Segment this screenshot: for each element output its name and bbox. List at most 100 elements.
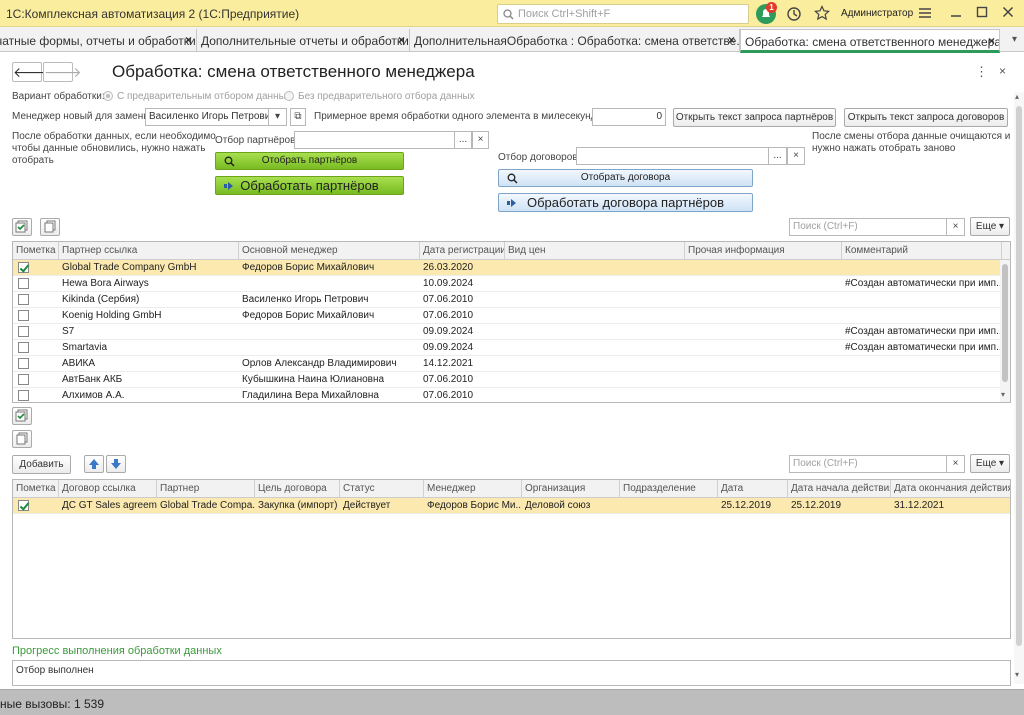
process-partners-button[interactable]: Обработать партнёров [215, 176, 404, 195]
table-row[interactable]: Koenig Holding GmbH Федоров Борис Михайло… [13, 308, 1010, 324]
contract-filter-clear-button[interactable]: × [787, 147, 805, 165]
open-partners-query-button[interactable]: Открыть текст запроса партнёров [673, 108, 836, 127]
move-up-button[interactable] [84, 455, 104, 473]
contracts-search-clear-button[interactable]: × [947, 455, 965, 473]
tabs-dropdown-icon[interactable]: ▾ [1012, 34, 1017, 45]
partners-scrollbar[interactable]: ▾ [1000, 260, 1010, 402]
scroll-down-icon[interactable]: ▾ [1015, 670, 1019, 679]
maximize-icon[interactable] [976, 6, 988, 21]
select-contracts-button[interactable]: Отобрать договора [498, 169, 753, 187]
more-label: Еще [975, 458, 997, 469]
row-checkbox[interactable] [18, 278, 29, 289]
close-tab-icon[interactable]: × [185, 33, 192, 47]
close-form-icon[interactable]: × [999, 64, 1006, 78]
row-checkbox[interactable] [18, 500, 29, 511]
uncheck-all-button[interactable] [40, 218, 60, 236]
time-field[interactable]: 0 [592, 108, 666, 126]
col-comment[interactable]: Комментарий [842, 242, 1002, 260]
contracts-more-button[interactable]: Еще ▾ [970, 454, 1010, 473]
col-contract[interactable]: Договор ссылка [59, 480, 157, 498]
col-end-date[interactable]: Дата окончания действия [891, 480, 1010, 498]
current-user[interactable]: Администратор [841, 8, 913, 19]
tab-manager-change[interactable]: Обработка: смена ответственного менеджер… [740, 29, 1000, 53]
process-contracts-button[interactable]: Обработать договора партнёров [498, 193, 753, 212]
partner-filter-field[interactable] [294, 131, 455, 149]
check-all-button[interactable] [12, 218, 32, 236]
global-search-input[interactable]: Поиск Ctrl+Shift+F [497, 4, 749, 24]
row-checkbox[interactable] [18, 358, 29, 369]
contract-filter-select-button[interactable]: ... [769, 147, 787, 165]
table-row[interactable]: Алхимов А.А. Гладилина Вера Михайловна 07.… [13, 388, 1010, 402]
table-row[interactable]: Smartavia 09.09.2024 #Создан автоматически… [13, 340, 1010, 356]
forward-button[interactable]: 🡒 [43, 62, 82, 82]
row-checkbox[interactable] [18, 294, 29, 305]
col-status[interactable]: Статус [340, 480, 424, 498]
col-dept[interactable]: Подразделение [620, 480, 718, 498]
col-mark[interactable]: Пометка [13, 242, 59, 260]
table-row[interactable]: Hewa Bora Airways 10.09.2024 #Создан автом… [13, 276, 1010, 292]
manager-dropdown-button[interactable]: ▾ [269, 108, 287, 126]
col-price-type[interactable]: Вид цен [505, 242, 685, 260]
partners-more-button[interactable]: Еще ▾ [970, 217, 1010, 236]
table-row[interactable]: Global Trade Company GmbH Федоров Борис М… [13, 260, 1010, 276]
scroll-up-icon[interactable]: ▴ [1015, 92, 1019, 101]
col-org[interactable]: Организация [522, 480, 620, 498]
contract-filter-field[interactable] [576, 147, 769, 165]
partner-filter-select-button[interactable]: ... [455, 131, 472, 149]
contracts-check-all-button[interactable] [12, 407, 32, 425]
form-scrollbar[interactable]: ▴ ▾ [1014, 92, 1024, 684]
move-down-button[interactable] [106, 455, 126, 473]
col-partner[interactable]: Партнер [157, 480, 255, 498]
col-reg-date[interactable]: Дата регистрации [420, 242, 505, 260]
select-partners-button[interactable]: Отобрать партнёров [215, 152, 404, 170]
manager-open-icon[interactable]: ⧉ [290, 108, 306, 126]
partners-search-input[interactable]: Поиск (Ctrl+F) [789, 218, 947, 236]
contracts-uncheck-all-button[interactable] [12, 430, 32, 448]
form-scrollbar-thumb[interactable] [1016, 106, 1022, 646]
partners-search-clear-button[interactable]: × [947, 218, 965, 236]
row-checkbox[interactable] [18, 374, 29, 385]
col-manager[interactable]: Основной менеджер [239, 242, 420, 260]
scroll-down-icon[interactable]: ▾ [1001, 390, 1005, 399]
variant-radio-with-filter[interactable] [103, 91, 113, 101]
manager-field[interactable]: Василенко Игорь Петрович [145, 108, 269, 126]
tab-additional-reports[interactable]: Дополнительные отчеты и обработки × [197, 29, 410, 52]
history-icon[interactable] [786, 6, 802, 25]
favorites-star-icon[interactable] [814, 5, 830, 24]
col-manager[interactable]: Менеджер [424, 480, 522, 498]
minimize-icon[interactable] [950, 6, 962, 21]
more-actions-icon[interactable]: ⋮ [975, 64, 988, 80]
col-other-info[interactable]: Прочая информация [685, 242, 842, 260]
col-start-date[interactable]: Дата начала действия [788, 480, 891, 498]
close-window-icon[interactable] [1002, 6, 1014, 21]
add-button[interactable]: Добавить [12, 455, 71, 474]
partner-filter-clear-button[interactable]: × [472, 131, 489, 149]
col-date[interactable]: Дата [718, 480, 788, 498]
col-partner[interactable]: Партнер ссылка [59, 242, 239, 260]
col-goal[interactable]: Цель договора [255, 480, 340, 498]
contracts-search-input[interactable]: Поиск (Ctrl+F) [789, 455, 947, 473]
table-row[interactable]: Kikinda (Сербия) Василенко Игорь Петрович… [13, 292, 1010, 308]
cell-comment [842, 292, 1000, 308]
partners-scrollbar-thumb[interactable] [1002, 264, 1008, 382]
table-row[interactable]: ДС GT Sales agreem... Global Trade Compa.… [13, 498, 1010, 514]
tab-additional-processing[interactable]: ДополнительнаяОбработка : Обработка: сме… [410, 29, 740, 52]
row-checkbox[interactable] [18, 390, 29, 401]
main-menu-icon[interactable] [918, 6, 932, 23]
tab-print-forms[interactable]: чатные формы, отчеты и обработки × [0, 29, 197, 52]
table-row[interactable]: S7 09.09.2024 #Создан автоматически при им… [13, 324, 1010, 340]
row-checkbox[interactable] [18, 342, 29, 353]
cell-manager: Орлов Александр Владимирович [242, 358, 397, 369]
row-checkbox[interactable] [18, 310, 29, 321]
open-contracts-query-button[interactable]: Открыть текст запроса договоров [844, 108, 1008, 127]
variant-radio-without-filter[interactable] [284, 91, 294, 101]
col-mark[interactable]: Пометка [13, 480, 59, 498]
table-row[interactable]: АВИКА Орлов Александр Владимирович 14.12.2… [13, 356, 1010, 372]
close-tab-icon[interactable]: × [988, 34, 995, 48]
table-row[interactable]: АвтБанк АКБ Кубышкина Наина Юлиановна 07.0… [13, 372, 1010, 388]
back-button[interactable]: 🡐 [12, 62, 51, 82]
row-checkbox[interactable] [18, 262, 29, 273]
row-checkbox[interactable] [18, 326, 29, 337]
close-tab-icon[interactable]: × [728, 33, 735, 47]
close-tab-icon[interactable]: × [398, 33, 405, 47]
